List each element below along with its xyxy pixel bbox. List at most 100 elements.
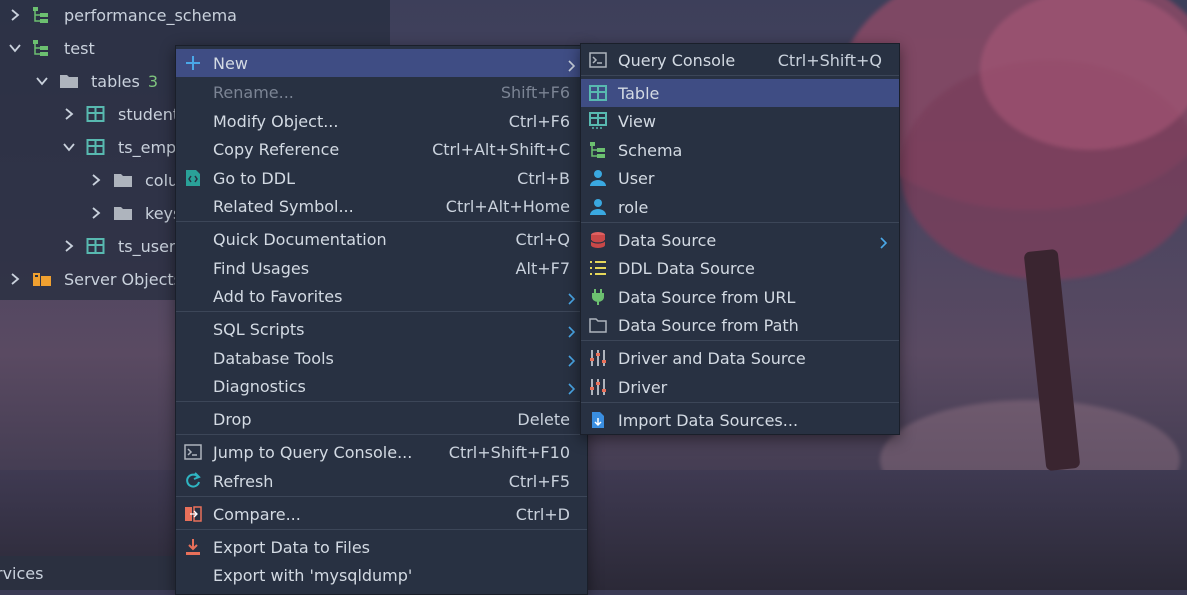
context-menu: New Rename... Shift+F6 Modify Object... … <box>175 45 588 595</box>
tree-item-columns[interactable]: colu <box>89 165 178 195</box>
table-icon <box>86 105 106 123</box>
menu-item-data-source-path[interactable]: Data Source from Path <box>581 311 899 339</box>
menu-item-import-data-sources[interactable]: Import Data Sources... <box>581 406 899 434</box>
services-tab[interactable]: rvices <box>0 556 176 590</box>
menu-separator <box>581 222 899 223</box>
menu-item-database-tools[interactable]: Database Tools <box>176 344 587 372</box>
tree-item-keys[interactable]: keys <box>89 198 181 228</box>
menu-separator <box>176 496 587 497</box>
menu-item-user[interactable]: User <box>581 164 899 192</box>
menu-item-jump-to-query-console[interactable]: Jump to Query Console... Ctrl+Shift+F10 <box>176 438 587 466</box>
menu-item-related-symbol[interactable]: Related Symbol... Ctrl+Alt+Home <box>176 192 587 220</box>
menu-item-sql-scripts[interactable]: SQL Scripts <box>176 315 587 343</box>
tree-item-label: test <box>64 38 95 58</box>
menu-item-schema[interactable]: Schema <box>581 136 899 164</box>
menu-item-rename[interactable]: Rename... Shift+F6 <box>176 78 587 106</box>
chevron-right-icon[interactable] <box>89 173 103 187</box>
menu-item-label: Quick Documentation <box>213 229 387 249</box>
menu-item-new[interactable]: New <box>176 49 587 77</box>
menu-item-role[interactable]: role <box>581 193 899 221</box>
chevron-right-icon[interactable] <box>8 272 22 286</box>
menu-item-shortcut: Ctrl+F6 <box>508 111 570 131</box>
user-icon <box>589 169 607 187</box>
menu-item-modify-object[interactable]: Modify Object... Ctrl+F6 <box>176 107 587 135</box>
menu-item-export-mysqldump[interactable]: Export with 'mysqldump' <box>176 561 587 589</box>
menu-item-label: Driver <box>618 377 668 397</box>
menu-item-label: SQL Scripts <box>213 319 305 339</box>
menu-item-ddl-data-source[interactable]: DDL Data Source <box>581 254 899 282</box>
chevron-down-icon[interactable] <box>8 41 22 55</box>
menu-item-label: Drop <box>213 409 252 429</box>
menu-item-label: Modify Object... <box>213 111 339 131</box>
menu-item-shortcut: Ctrl+Shift+Q <box>777 50 882 70</box>
menu-item-label: Compare... <box>213 504 301 524</box>
menu-item-add-to-favorites[interactable]: Add to Favorites <box>176 282 587 310</box>
menu-item-shortcut: Alt+F7 <box>515 258 570 278</box>
tree-item-label: ts_emp <box>118 137 177 157</box>
tree-item-tables[interactable]: tables 3 <box>35 66 158 96</box>
menu-item-find-usages[interactable]: Find Usages Alt+F7 <box>176 254 587 282</box>
console-icon <box>589 51 607 69</box>
menu-item-view[interactable]: View <box>581 107 899 135</box>
menu-item-driver[interactable]: Driver <box>581 373 899 401</box>
chevron-right-icon[interactable] <box>89 206 103 220</box>
menu-separator <box>581 402 899 403</box>
menu-item-drop[interactable]: Drop Delete <box>176 405 587 433</box>
menu-item-data-source-url[interactable]: Data Source from URL <box>581 283 899 311</box>
menu-item-quick-documentation[interactable]: Quick Documentation Ctrl+Q <box>176 225 587 253</box>
tree-item-student[interactable]: student <box>62 99 179 129</box>
menu-item-shortcut: Ctrl+Alt+Shift+C <box>432 139 570 159</box>
menu-item-driver-and-data-source[interactable]: Driver and Data Source <box>581 344 899 372</box>
driver-icon <box>589 378 607 396</box>
menu-item-refresh[interactable]: Refresh Ctrl+F5 <box>176 467 587 495</box>
chevron-right-icon[interactable] <box>62 107 76 121</box>
tree-item-label: student <box>118 104 180 124</box>
menu-item-label: Data Source <box>618 230 717 250</box>
tree-item-ts-emp[interactable]: ts_emp <box>62 132 176 162</box>
menu-item-shortcut: Ctrl+D <box>515 504 570 524</box>
menu-item-shortcut: Ctrl+B <box>517 168 570 188</box>
menu-item-label: Go to DDL <box>213 168 295 188</box>
menu-item-query-console[interactable]: Query Console Ctrl+Shift+Q <box>581 46 899 74</box>
menu-item-label: Schema <box>618 140 683 160</box>
submenu-arrow-icon <box>568 352 576 367</box>
tree-item-ts-user[interactable]: ts_user <box>62 231 176 261</box>
menu-item-label: User <box>618 168 655 188</box>
chevron-right-icon[interactable] <box>62 239 76 253</box>
import-icon <box>589 411 607 429</box>
menu-item-label: Related Symbol... <box>213 196 354 216</box>
compare-icon <box>184 505 202 523</box>
schema-icon <box>32 6 52 24</box>
chevron-right-icon[interactable] <box>8 8 22 22</box>
tree-item-test[interactable]: test <box>8 33 95 63</box>
tree-item-label: colu <box>145 170 179 190</box>
menu-item-label: View <box>618 111 656 131</box>
menu-item-shortcut: Ctrl+Alt+Home <box>445 196 570 216</box>
chevron-down-icon[interactable] <box>62 140 76 154</box>
folder-icon <box>113 204 133 222</box>
menu-item-shortcut: Ctrl+Q <box>515 229 570 249</box>
ddl-icon <box>184 169 202 187</box>
menu-item-label: Data Source from URL <box>618 287 796 307</box>
tree-item-performance-schema[interactable]: performance_schema <box>8 0 237 30</box>
menu-item-diagnostics[interactable]: Diagnostics <box>176 372 587 400</box>
user-icon <box>589 198 607 216</box>
menu-item-export-data-to-files[interactable]: Export Data to Files <box>176 533 587 561</box>
schema-icon <box>32 39 52 57</box>
menu-item-go-to-ddl[interactable]: Go to DDL Ctrl+B <box>176 164 587 192</box>
menu-item-label: Find Usages <box>213 258 310 278</box>
chevron-down-icon[interactable] <box>35 74 49 88</box>
menu-item-table[interactable]: Table <box>581 79 899 107</box>
server-objects-icon <box>32 270 52 288</box>
console-icon <box>184 443 202 461</box>
menu-item-shortcut: Ctrl+Shift+F10 <box>448 442 570 462</box>
menu-item-label: New <box>213 53 248 73</box>
menu-item-shortcut: Shift+F6 <box>500 82 570 102</box>
tree-item-server-objects[interactable]: Server Objects <box>8 264 182 294</box>
menu-item-copy-reference[interactable]: Copy Reference Ctrl+Alt+Shift+C <box>176 135 587 163</box>
refresh-icon <box>184 472 202 490</box>
menu-item-data-source[interactable]: Data Source <box>581 226 899 254</box>
folder-icon <box>59 72 79 90</box>
menu-item-compare[interactable]: Compare... Ctrl+D <box>176 500 587 528</box>
menu-item-label: Import Data Sources... <box>618 410 799 430</box>
